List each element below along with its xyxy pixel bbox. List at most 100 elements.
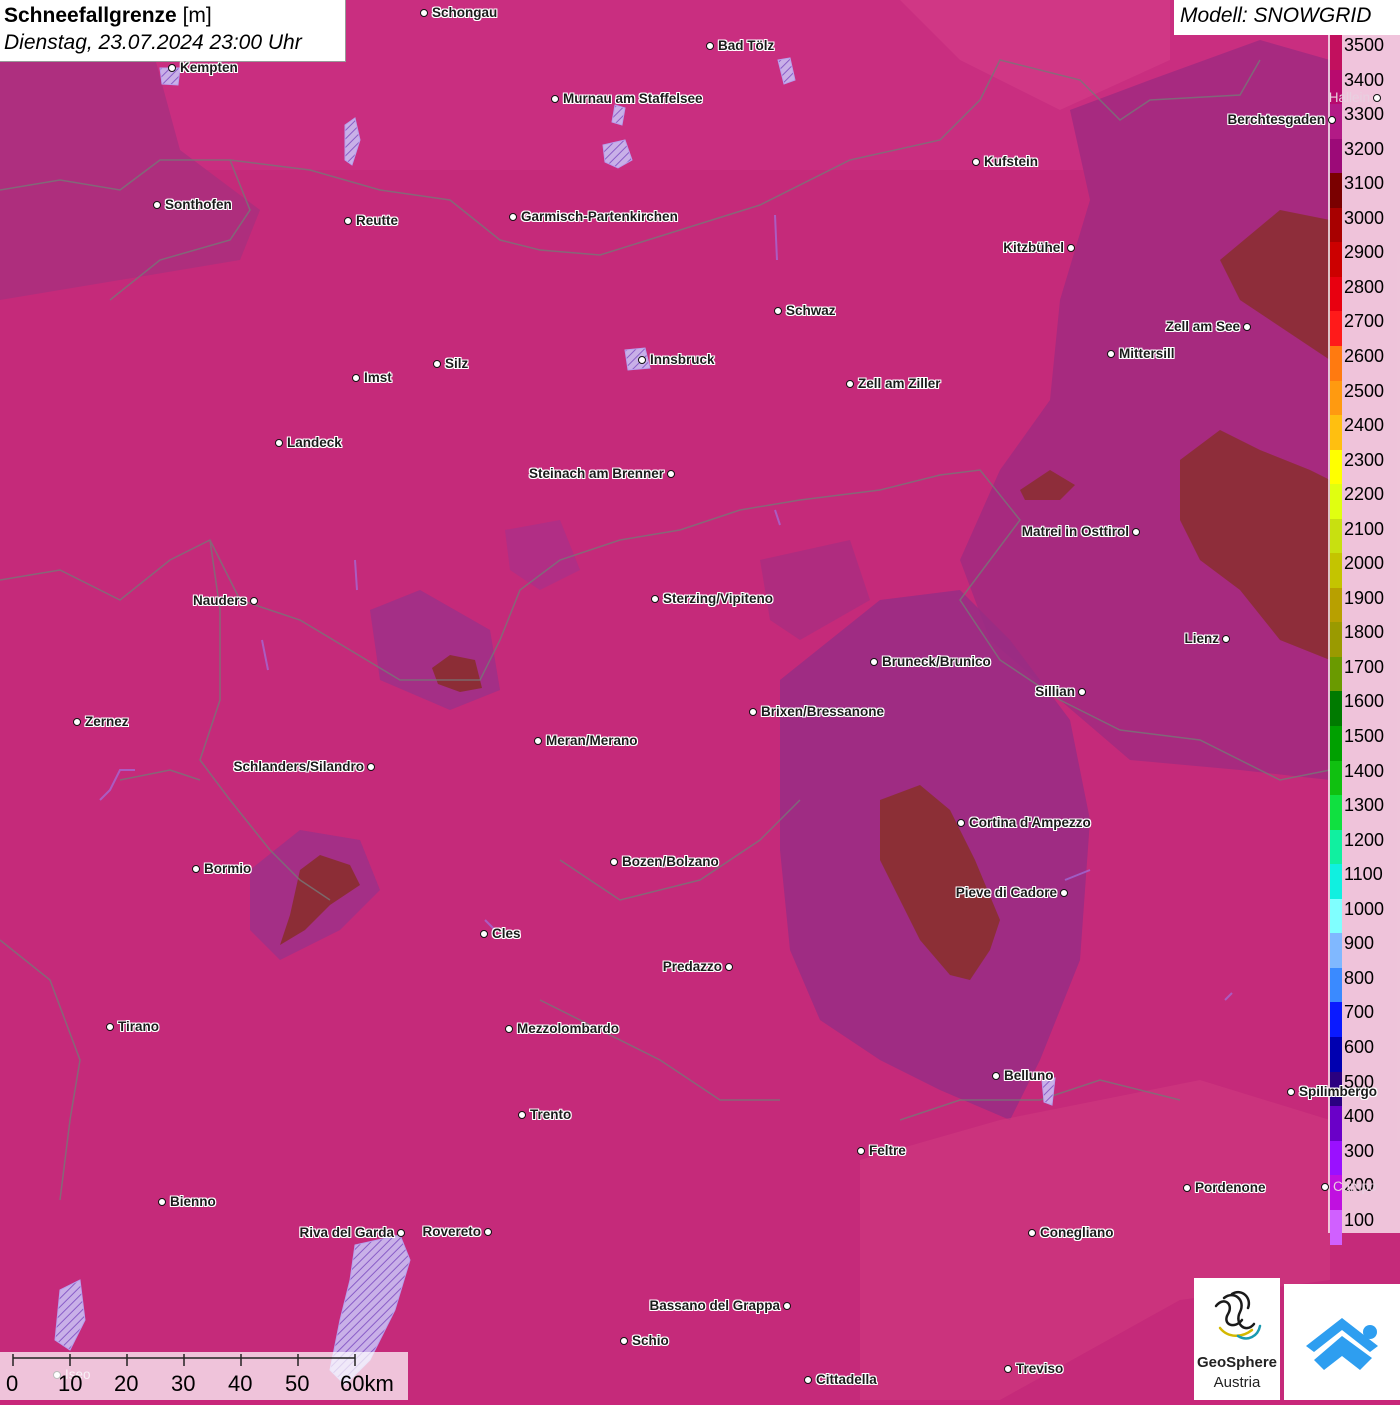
scale-label-4: 40 [228,1371,253,1396]
city-marker-bad-t-lz[interactable] [706,42,714,50]
city-marker-bassano-del-grappa[interactable] [783,1302,791,1310]
city-marker-pieve-di-cadore[interactable] [1060,889,1068,897]
city-marker-belluno[interactable] [992,1072,1000,1080]
city-label-kitzb-hel: Kitzbühel [1003,240,1064,255]
city-marker-pordenone[interactable] [1183,1184,1191,1192]
city-marker-landeck[interactable] [275,439,283,447]
city-marker-conegliano[interactable] [1028,1229,1036,1237]
city-marker-mezzolombardo[interactable] [505,1025,513,1033]
city-label-predazzo: Predazzo [662,959,722,974]
city-marker-tirano[interactable] [106,1023,114,1031]
city-marker-kempten[interactable] [168,64,176,72]
title-unit: [m] [182,4,212,27]
legend-label-1000: 1000 [1344,898,1385,919]
scale-bar: 0 10 20 30 40 50 60km [0,1352,408,1400]
city-marker-cortina-d-ampezzo[interactable] [957,819,965,827]
city-label-kempten: Kempten [180,60,238,75]
city-marker-imst[interactable] [352,374,360,382]
city-marker-schio[interactable] [620,1337,628,1345]
city-marker-kufstein[interactable] [972,158,980,166]
legend-color-1800 [1330,622,1342,658]
legend-label-2000: 2000 [1344,553,1385,574]
legend-color-1700 [1330,656,1342,692]
city-label-reutte: Reutte [356,213,399,228]
city-marker-rovereto[interactable] [484,1228,492,1236]
legend-label-900: 900 [1344,933,1375,954]
city-label-schio: Schio [632,1333,669,1348]
city-label-landeck: Landeck [287,435,342,450]
city-marker-schlanders-silandro[interactable] [367,763,375,771]
city-marker-nauders[interactable] [250,597,258,605]
legend-label-3200: 3200 [1344,138,1385,159]
city-marker-cles[interactable] [480,930,488,938]
city-marker-reutte[interactable] [344,217,352,225]
geosphere-logo[interactable]: GeoSphere Austria [1194,1278,1280,1400]
city-marker-garmisch-partenkirchen[interactable] [509,213,517,221]
legend-label-3000: 3000 [1344,207,1385,228]
city-marker-murnau-am-staffelsee[interactable] [551,95,559,103]
app-logo-icon [1306,1318,1378,1370]
app-logo[interactable] [1284,1284,1400,1400]
city-label-murnau-am-staffelsee: Murnau am Staffelsee [563,91,703,106]
legend-label-1300: 1300 [1344,795,1385,816]
city-marker-trento[interactable] [518,1111,526,1119]
city-marker-bruneck-brunico[interactable] [870,658,878,666]
city-marker-zell-am-see[interactable] [1243,323,1251,331]
city-marker-kitzb-hel[interactable] [1067,244,1075,252]
city-label-sillian: Sillian [1035,684,1075,699]
city-label-bormio: Bormio [204,861,252,876]
city-label-belluno: Belluno [1004,1068,1054,1083]
city-marker-lienz[interactable] [1222,635,1230,643]
city-label-treviso: Treviso [1016,1361,1064,1376]
city-marker-schwaz[interactable] [774,307,782,315]
city-marker-innsbruck[interactable] [638,356,646,364]
legend-color-1500 [1330,726,1342,762]
city-marker-cittadella[interactable] [804,1376,812,1384]
city-marker-bienno[interactable] [158,1198,166,1206]
city-marker-brixen-bressanone[interactable] [749,708,757,716]
city-marker-silz[interactable] [433,360,441,368]
city-marker-riva-del-garda[interactable] [397,1229,405,1237]
legend-label-3300: 3300 [1344,104,1385,125]
scale-label-1: 10 [58,1371,83,1396]
legend-color-600 [1330,1036,1342,1072]
city-marker-berchtesgaden[interactable] [1328,116,1336,124]
city-marker-predazzo[interactable] [725,963,733,971]
legend-color-2600 [1330,345,1342,381]
city-label-schlanders-silandro: Schlanders/Silandro [233,759,364,774]
city-marker-zernez[interactable] [73,718,81,726]
city-marker-bozen-bolzano[interactable] [610,858,618,866]
legend-label-2600: 2600 [1344,345,1385,366]
city-label-brixen-bressanone: Brixen/Bressanone [761,704,885,719]
city-marker-matrei-in-osttirol[interactable] [1132,528,1140,536]
city-marker-campo[interactable] [1321,1183,1329,1191]
city-marker-sonthofen[interactable] [153,201,161,209]
city-marker-sterzing-vipiteno[interactable] [651,595,659,603]
city-marker-treviso[interactable] [1004,1365,1012,1373]
city-marker-hallein[interactable] [1373,94,1381,102]
city-label-campo: Campo [1333,1179,1377,1194]
scale-label-0: 0 [6,1371,19,1396]
legend-color-3500 [1330,35,1342,71]
legend-color-2700 [1330,311,1342,347]
legend-color-2200 [1330,484,1342,520]
geosphere-logo-line1: GeoSphere [1196,1354,1278,1371]
legend-label-2900: 2900 [1344,242,1385,263]
city-marker-mittersill[interactable] [1107,350,1115,358]
legend-label-1800: 1800 [1344,622,1385,643]
city-label-bozen-bolzano: Bozen/Bolzano [622,854,719,869]
scale-label-5: 50 [285,1371,310,1396]
legend-label-2500: 2500 [1344,380,1385,401]
city-marker-schongau[interactable] [420,9,428,17]
city-marker-meran-merano[interactable] [534,737,542,745]
city-marker-sillian[interactable] [1078,688,1086,696]
city-label-meran-merano: Meran/Merano [546,733,638,748]
city-marker-zell-am-ziller[interactable] [846,380,854,388]
title-panel: Schneefallgrenze [m] Dienstag, 23.07.202… [0,0,346,62]
legend-color-1600 [1330,691,1342,727]
city-marker-spilimbergo[interactable] [1287,1088,1295,1096]
city-marker-bormio[interactable] [192,865,200,873]
city-marker-feltre[interactable] [857,1147,865,1155]
city-marker-steinach-am-brenner[interactable] [667,470,675,478]
legend-label-100: 100 [1344,1209,1375,1230]
